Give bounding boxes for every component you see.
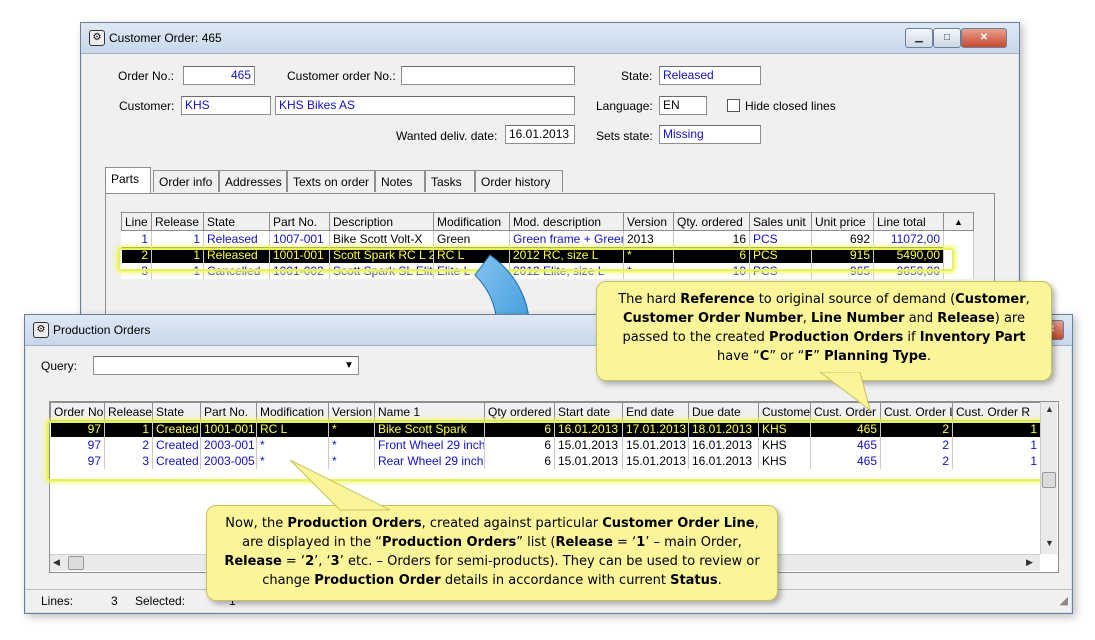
order-no-label: Order No.: (118, 69, 175, 83)
cell: Green frame + Green (509, 230, 624, 247)
cell: 1 (121, 230, 152, 247)
cell: Released (203, 230, 270, 247)
hide-closed-label: Hide closed lines (745, 99, 836, 113)
order-no-field[interactable]: 465 (183, 66, 255, 85)
column-header[interactable]: Part No. (200, 402, 257, 421)
column-header[interactable]: Modification (256, 402, 329, 421)
column-header[interactable]: End date (622, 402, 689, 421)
cell: 692 (811, 230, 874, 247)
lines-count: 3 (111, 594, 118, 608)
tab-tasks[interactable]: Tasks (425, 170, 475, 192)
column-header[interactable]: Cust. Order R (952, 402, 1041, 421)
scroll-thumb[interactable] (1042, 472, 1056, 488)
app-gear-icon: ⚙ (33, 322, 49, 338)
callout-pointer-icon (819, 372, 871, 412)
cell: Green (433, 230, 510, 247)
column-header[interactable]: Modification (433, 212, 510, 231)
column-header[interactable]: Qty. ordered (673, 212, 750, 231)
column-header[interactable]: Start date (554, 402, 623, 421)
column-header[interactable]: Sales unit (749, 212, 812, 231)
tab-texts-on-order[interactable]: Texts on order (287, 170, 375, 192)
lines-label: Lines: (41, 594, 74, 608)
scroll-right-icon[interactable]: ▶ (1026, 557, 1033, 568)
column-header[interactable]: Mod. description (509, 212, 624, 231)
cell: 1 (151, 230, 204, 247)
table-header-row: Order No. Release State Part No. Modific… (50, 402, 1041, 421)
scroll-up-icon[interactable]: ▲ (943, 212, 974, 231)
cell: 1007-001 (269, 230, 330, 247)
column-header[interactable]: Release (151, 212, 204, 231)
production-orders-title: Production Orders (53, 323, 151, 337)
column-header[interactable]: Due date (688, 402, 759, 421)
column-header[interactable]: Version (623, 212, 674, 231)
table-row[interactable]: 1 1 Released 1007-001 Bike Scott Volt-X … (121, 230, 974, 247)
scroll-down-icon[interactable]: ▼ (1045, 538, 1054, 548)
query-label: Query: (41, 359, 78, 373)
state-label: State: (621, 69, 653, 83)
cell (943, 230, 974, 247)
chevron-down-icon[interactable]: ▼ (341, 358, 357, 373)
reference-callout: The hard Reference to original source of… (596, 281, 1052, 381)
column-header[interactable]: Name 1 (374, 402, 485, 421)
column-header[interactable]: State (203, 212, 270, 231)
column-header[interactable]: Qty ordered (484, 402, 555, 421)
cust-order-no-field[interactable] (401, 66, 575, 85)
column-header[interactable]: Unit price (811, 212, 874, 231)
cell: 2013 (623, 230, 674, 247)
query-select[interactable] (93, 356, 359, 375)
column-header[interactable]: Cust. Order L (880, 402, 953, 421)
tab-addresses[interactable]: Addresses (219, 170, 287, 192)
maximize-button[interactable]: □ (933, 28, 961, 48)
column-header[interactable]: Version (328, 402, 375, 421)
customer-order-titlebar: ⚙ Customer Order: 465 ▁ □ ✕ (81, 23, 1019, 54)
hide-closed-checkbox[interactable] (727, 99, 740, 112)
customer-name-field: KHS Bikes AS (275, 96, 575, 115)
cell: 11072,00 (873, 230, 944, 247)
cell: 16 (673, 230, 750, 247)
wanted-date-label: Wanted deliv. date: (396, 129, 498, 143)
tab-parts[interactable]: Parts (105, 167, 151, 193)
wanted-date-field[interactable]: 16.01.2013 (505, 125, 575, 144)
customer-label: Customer: (119, 99, 175, 113)
cell: Bike Scott Volt-X (329, 230, 434, 247)
scroll-thumb[interactable] (68, 556, 84, 570)
minimize-button[interactable]: ▁ (905, 28, 933, 48)
column-header[interactable]: Line total (873, 212, 944, 231)
vertical-scrollbar[interactable]: ▲ ▼ (1040, 402, 1057, 554)
column-header[interactable]: Line (121, 212, 152, 231)
app-gear-icon: ⚙ (89, 30, 105, 46)
tab-order-history[interactable]: Order history (475, 170, 563, 192)
customer-order-title: Customer Order: 465 (109, 31, 222, 45)
column-header[interactable]: Part No. (269, 212, 330, 231)
column-header[interactable]: Description (329, 212, 434, 231)
callout-pointer-icon (289, 460, 391, 511)
column-header[interactable]: Order No. (50, 402, 105, 421)
language-field[interactable]: EN (659, 96, 707, 115)
selected-label: Selected: (135, 594, 186, 608)
table-header-row: Line Release State Part No. Description … (121, 212, 974, 231)
sets-state-label: Sets state: (596, 129, 653, 143)
customer-code-field[interactable]: KHS (181, 96, 271, 115)
scroll-up-icon[interactable]: ▲ (1045, 404, 1054, 414)
resize-grip-icon[interactable]: ◢ (1060, 594, 1068, 607)
scroll-left-icon[interactable]: ◀ (53, 557, 60, 568)
production-rows-highlight (47, 421, 1045, 481)
language-label: Language: (596, 99, 653, 113)
tab-notes[interactable]: Notes (375, 170, 425, 192)
tab-order-info[interactable]: Order info (153, 170, 219, 192)
column-header[interactable]: State (152, 402, 201, 421)
cust-order-no-label: Customer order No.: (287, 69, 396, 83)
cell: PCS (749, 230, 812, 247)
state-field: Released (659, 66, 761, 85)
column-header[interactable]: Release (104, 402, 153, 421)
close-button[interactable]: ✕ (961, 28, 1007, 48)
sets-state-field: Missing (659, 125, 761, 144)
